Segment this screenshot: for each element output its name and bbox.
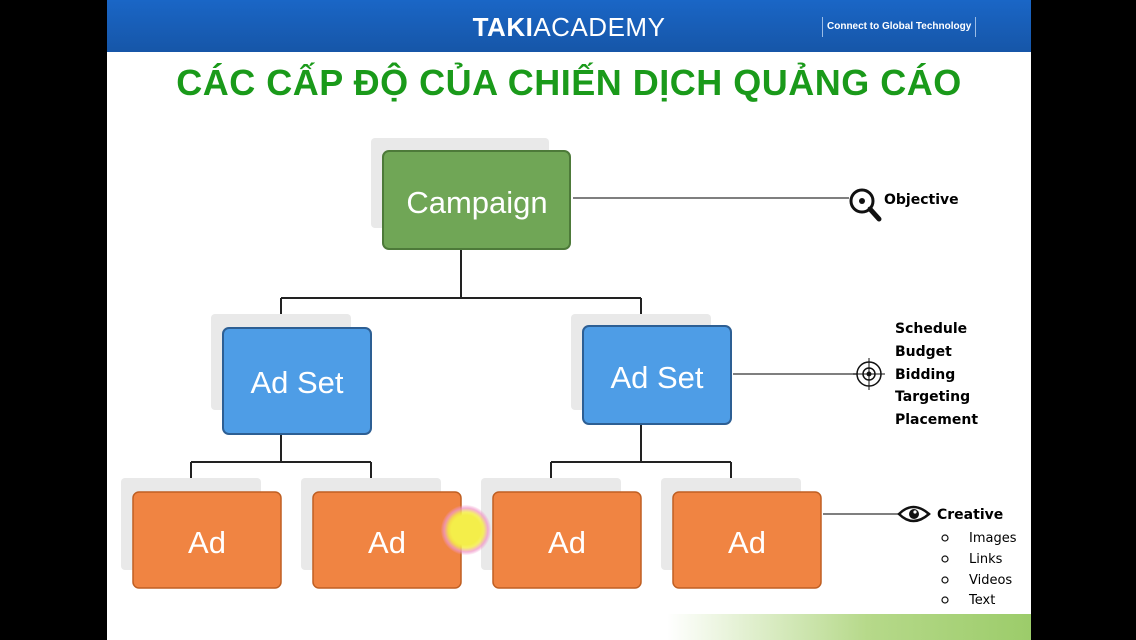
- target-icon: [853, 358, 885, 390]
- ad-set-settings-list: Schedule Budget Bidding Targeting Placem…: [895, 321, 978, 428]
- objective-label: Objective: [884, 192, 959, 208]
- cursor-highlight: [441, 505, 491, 555]
- creative-label: Creative: [937, 507, 1003, 523]
- ad-set-label: Ad Set: [610, 360, 703, 395]
- ad-label: Ad: [728, 525, 766, 560]
- settings-item: Targeting: [895, 389, 970, 405]
- creative-bullet: Videos: [969, 573, 1012, 588]
- settings-item: Placement: [895, 412, 978, 428]
- creative-bullet: Links: [969, 552, 1003, 567]
- creative-bullet: Images: [969, 531, 1017, 546]
- settings-item: Bidding: [895, 367, 955, 383]
- campaign-label: Campaign: [406, 185, 547, 220]
- eye-icon: [897, 505, 931, 523]
- hierarchy-diagram: Campaign Ad Set Ad Set Ad Ad Ad Ad Objec…: [121, 138, 1017, 608]
- creative-bullet: Text: [968, 593, 995, 608]
- slide: TAKIACADEMY Connect to Global Technology…: [107, 0, 1031, 640]
- ad-label: Ad: [188, 525, 226, 560]
- ad-set-label: Ad Set: [250, 365, 343, 400]
- settings-item: Schedule: [895, 321, 967, 337]
- ad-label: Ad: [548, 525, 586, 560]
- settings-item: Budget: [895, 344, 952, 360]
- creative-bullets: Images Links Videos Text: [941, 531, 1017, 608]
- magnifier-icon: [849, 188, 882, 222]
- ad-label: Ad: [368, 525, 406, 560]
